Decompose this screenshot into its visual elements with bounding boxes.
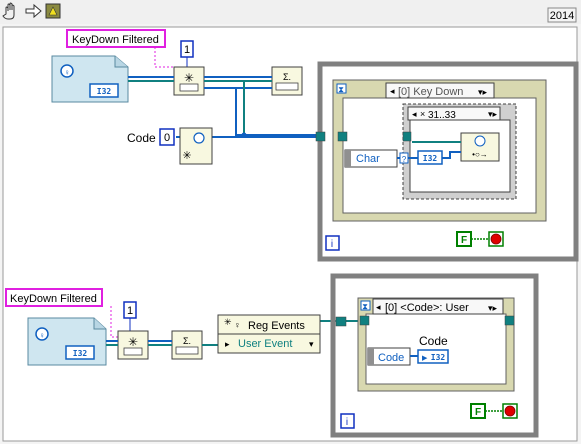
top-char-handle xyxy=(345,150,351,167)
top-create-queue-node[interactable]: ✳ xyxy=(173,66,205,96)
bottom-queue-icon xyxy=(123,347,143,356)
top-enqueue-icon: Σ. xyxy=(283,72,291,82)
bottom-event-case: [0] <Code>: User xyxy=(385,302,469,314)
top-code-label: Code xyxy=(127,131,156,145)
top-enqueue-queue-icon xyxy=(275,82,299,91)
top-event-left-arrow-icon[interactable]: ◂ xyxy=(390,86,395,96)
bottom-ref-node[interactable]: ♀ I32 xyxy=(27,317,107,366)
bottom-keydown-label: KeyDown Filtered xyxy=(10,293,97,305)
bottom-ref-glyph: ♀ xyxy=(39,331,45,340)
bottom-reg-events-node[interactable]: ✳ ♀ Reg Events ▸ User Event ▾ xyxy=(217,314,321,354)
top-event-node[interactable]: ✳ xyxy=(179,127,213,165)
toolbar-bg xyxy=(0,0,581,24)
top-char-label: Char xyxy=(356,153,380,165)
top-event-dropdown-icon[interactable]: ▾▸ xyxy=(478,87,488,97)
bottom-create-icon: ✳ xyxy=(128,335,138,349)
top-stop-icon xyxy=(490,233,502,245)
bottom-loop-tunnel xyxy=(335,316,347,327)
top-enqueue-node[interactable]: Σ. xyxy=(271,66,303,96)
top-case-left-icon[interactable]: ◂ xyxy=(412,109,417,119)
bottom-reg-events-ref-icon: ♀ xyxy=(234,320,241,330)
bottom-code-handle xyxy=(368,348,374,365)
bottom-event-tunnel-left xyxy=(359,315,370,326)
top-ref-type: I32 xyxy=(97,87,112,96)
top-keydown-label: KeyDown Filtered xyxy=(72,34,159,46)
top-case-selector-terminal xyxy=(402,131,412,142)
year-text: 2014 xyxy=(550,10,574,22)
bottom-stop-icon xyxy=(504,405,516,417)
bottom-user-event-dropdown-icon[interactable]: ▾ xyxy=(309,339,314,349)
block-diagram: 2014 KeyDown Filtered ♀ I32 1 ✳ Σ. Code … xyxy=(0,0,581,444)
bottom-hourglass-glyph: ⧗ xyxy=(362,302,368,311)
toolbar: 2014 xyxy=(0,0,581,24)
tree-icon[interactable] xyxy=(45,3,61,19)
bottom-reg-events: Reg Events xyxy=(248,320,305,332)
top-enqueue-element-icon xyxy=(474,135,486,147)
bottom-loop-index: i xyxy=(346,417,348,428)
bottom-enqueue-node[interactable]: Σ. xyxy=(171,330,203,360)
bottom-constant: 1 xyxy=(127,305,133,317)
top-stop-value: F xyxy=(461,235,467,246)
top-code-constant: 0 xyxy=(164,132,170,144)
bottom-stop-value: F xyxy=(475,407,481,418)
bottom-event-dropdown-icon[interactable]: ▾▸ xyxy=(488,303,498,313)
bottom-ref-type: I32 xyxy=(73,349,88,358)
bottom-enqueue-queue-icon xyxy=(175,346,199,355)
top-event-tunnel xyxy=(337,131,348,142)
top-event-icon xyxy=(193,132,205,144)
top-ref-glyph: ♀ xyxy=(64,68,70,77)
top-hourglass-glyph: ⧗ xyxy=(338,85,344,94)
bottom-event-left-icon[interactable]: ◂ xyxy=(376,302,381,312)
top-event-star-icon: ✳ xyxy=(182,150,191,162)
top-case-dropdown-icon[interactable]: ▾▸ xyxy=(488,109,498,119)
top-char-type: I32 xyxy=(423,154,438,163)
top-event-case: [0] Key Down xyxy=(398,86,463,98)
top-queue-icon xyxy=(179,83,199,92)
bottom-reg-events-icon: ✳ xyxy=(224,317,232,327)
top-enqueue-element-glyph: •○→ xyxy=(472,150,488,159)
top-case-prefix: × xyxy=(420,109,425,119)
top-loop-tunnel xyxy=(315,131,326,142)
bottom-code-arrow-icon: ▶ xyxy=(422,355,428,362)
top-constant: 1 xyxy=(184,44,190,56)
top-char-tunnel-glyph: ? xyxy=(402,155,407,164)
bottom-code-type: I32 xyxy=(431,353,446,362)
bottom-user-event: User Event xyxy=(238,338,292,350)
bottom-event-tunnel-right xyxy=(504,315,515,326)
bottom-user-event-arrow-icon: ▸ xyxy=(225,339,230,349)
bottom-enqueue-icon: Σ. xyxy=(183,336,191,346)
bottom-code-label: Code xyxy=(378,352,404,364)
top-ref-node[interactable]: ♀ I32 xyxy=(51,55,129,103)
top-create-icon: ✳ xyxy=(184,71,194,85)
top-loop-index: i xyxy=(331,239,333,250)
bottom-code-header: Code xyxy=(419,334,448,348)
top-case-range: 31..33 xyxy=(428,110,456,121)
bottom-create-queue-node[interactable]: ✳ xyxy=(117,330,149,360)
